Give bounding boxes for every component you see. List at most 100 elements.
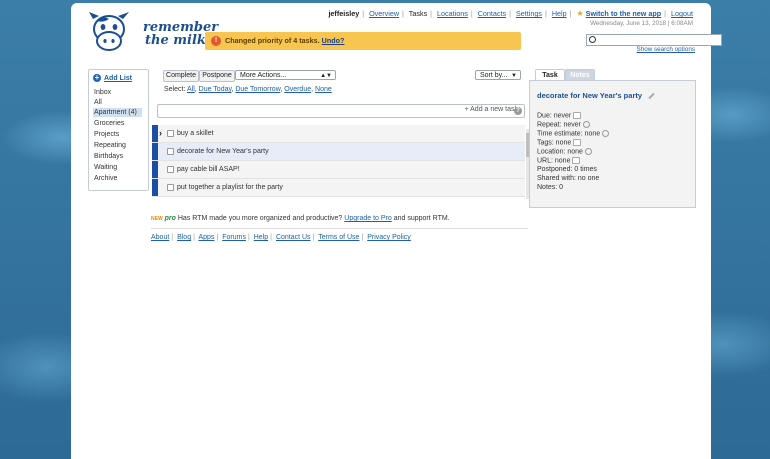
lists-sidebar: + Add List Inbox All Apartment (4) Grocer…	[88, 69, 149, 191]
nav-settings[interactable]: Settings	[516, 9, 542, 18]
logout-link[interactable]: Logout	[671, 9, 693, 18]
nav-tasks[interactable]: Tasks	[409, 9, 427, 18]
field-due-text: Due: never	[537, 112, 572, 120]
select-all-link[interactable]: All	[187, 86, 195, 93]
more-actions-value: More Actions...	[240, 72, 287, 79]
field-tags-text: Tags: none	[537, 139, 572, 147]
footer-help[interactable]: Help	[254, 234, 268, 241]
pro-promo: NEW pro Has RTM made you more organized …	[151, 215, 450, 222]
field-due[interactable]: Due: never	[537, 112, 582, 120]
task-detail-panel: decorate for New Year's party Due: never…	[529, 80, 696, 208]
footer-contact-us[interactable]: Contact Us	[276, 234, 311, 241]
select-due-today-link[interactable]: Due Today	[199, 86, 232, 93]
field-repeat[interactable]: Repeat: never	[537, 121, 590, 128]
plus-icon: +	[93, 73, 101, 82]
field-url[interactable]: URL: none	[537, 157, 581, 165]
nav-contacts[interactable]: Contacts	[478, 9, 506, 18]
field-postponed: Postponed: 0 times	[537, 166, 597, 173]
notification-message: Changed priority of 4 tasks.	[225, 36, 320, 45]
task-checkbox[interactable]	[167, 166, 174, 173]
field-tags[interactable]: Tags: none	[537, 139, 582, 147]
sidebar-item-waiting[interactable]: Waiting	[94, 163, 144, 172]
select-none-link[interactable]: None	[315, 86, 332, 93]
task-row[interactable]: › buy a skillet	[152, 125, 525, 143]
field-notes: Notes: 0	[537, 184, 564, 191]
switch-app-link[interactable]: Switch to the new app	[586, 9, 661, 18]
select-overdue-link[interactable]: Overdue	[284, 86, 311, 93]
nav-help[interactable]: Help	[552, 9, 567, 18]
search-input[interactable]	[586, 34, 722, 46]
add-task-input[interactable]: + Add a new task	[157, 104, 525, 118]
footer-links: About | Blog | Apps | Forums | Help | Contact…	[151, 234, 411, 241]
task-detail-name: decorate for New Year's party	[537, 91, 643, 100]
pro-badge: pro	[164, 215, 176, 222]
field-location[interactable]: Location: none	[537, 148, 592, 155]
select-arrow-icon: ▲▼	[320, 73, 332, 79]
priority-1-indicator	[152, 143, 158, 160]
alert-icon: !	[211, 36, 221, 46]
upgrade-to-pro-link[interactable]: Upgrade to Pro	[344, 215, 391, 222]
footer-apps[interactable]: Apps	[198, 234, 214, 241]
top-navigation: jeffeisley | Overview | Tasks | Locations | …	[328, 9, 693, 18]
more-actions-select[interactable]: More Actions... ▲▼	[235, 70, 336, 80]
sidebar-item-all[interactable]: All	[94, 98, 144, 107]
sidebar-item-apartment[interactable]: Apartment (4)	[93, 108, 142, 117]
footer-terms[interactable]: Terms of Use	[318, 234, 359, 241]
task-row[interactable]: decorate for New Year's party	[152, 143, 525, 161]
select-row: Select: All, Due Today, Due Tomorrow, Ov…	[164, 86, 332, 93]
add-task-label: + Add a new task	[464, 106, 518, 113]
add-list-button[interactable]: + Add List	[93, 74, 132, 82]
postpone-button[interactable]: Postpone	[199, 70, 235, 82]
priority-1-indicator	[152, 161, 158, 178]
new-badge: NEW	[151, 216, 163, 222]
show-search-options-link[interactable]: Show search options	[637, 46, 695, 53]
nav-overview[interactable]: Overview	[369, 9, 399, 18]
sidebar-item-repeating[interactable]: Repeating	[94, 141, 144, 150]
footer-blog[interactable]: Blog	[177, 234, 191, 241]
task-checkbox[interactable]	[167, 148, 174, 155]
link-icon	[572, 157, 581, 164]
complete-button[interactable]: Complete	[163, 70, 199, 82]
priority-1-indicator	[152, 125, 158, 142]
task-row[interactable]: put together a playlist for the party	[152, 179, 525, 197]
current-datetime: Wednesday, June 13, 2018 | 6:08AM	[590, 20, 693, 27]
field-url-text: URL: none	[537, 157, 571, 165]
calendar-icon	[573, 112, 582, 119]
task-name: put together a playlist for the party	[177, 184, 283, 191]
promo-text-after: and support RTM.	[393, 215, 450, 222]
pencil-icon[interactable]	[648, 92, 655, 100]
rtm-logo[interactable]: remember the milk	[87, 9, 218, 57]
footer-privacy[interactable]: Privacy Policy	[367, 234, 411, 241]
tag-icon	[573, 139, 582, 146]
undo-link[interactable]: Undo?	[322, 36, 345, 45]
task-row[interactable]: pay cable bill ASAP!	[152, 161, 525, 179]
chevron-right-icon: ›	[159, 128, 162, 138]
priority-1-indicator	[152, 179, 158, 196]
field-time-estimate-text: Time estimate: none	[537, 130, 601, 138]
notification-text: Changed priority of 4 tasks. Undo?	[225, 32, 344, 50]
sort-by-select[interactable]: Sort by... ▼	[475, 70, 521, 80]
task-name: decorate for New Year's party	[177, 148, 269, 155]
sidebar-item-groceries[interactable]: Groceries	[94, 119, 144, 128]
select-label: Select:	[164, 86, 186, 93]
task-name: pay cable bill ASAP!	[177, 166, 240, 173]
footer-about[interactable]: About	[151, 234, 169, 241]
nav-locations[interactable]: Locations	[437, 9, 468, 18]
sidebar-item-inbox[interactable]: Inbox	[94, 88, 144, 97]
task-checkbox[interactable]	[167, 130, 174, 137]
task-detail-title[interactable]: decorate for New Year's party	[537, 91, 655, 100]
task-checkbox[interactable]	[167, 184, 174, 191]
sidebar-item-birthdays[interactable]: Birthdays	[94, 152, 144, 161]
select-due-tomorrow-link[interactable]: Due Tomorrow	[235, 86, 280, 93]
sidebar-item-archive[interactable]: Archive	[94, 174, 144, 183]
promo-text: Has RTM made you more organized and prod…	[177, 215, 343, 222]
field-repeat-text: Repeat: never	[537, 121, 581, 129]
dropdown-arrow-icon: ▼	[511, 73, 517, 79]
sidebar-item-projects[interactable]: Projects	[94, 130, 144, 139]
help-icon[interactable]: ?	[514, 107, 522, 115]
repeat-icon	[582, 121, 590, 128]
field-time-estimate[interactable]: Time estimate: none	[537, 130, 610, 138]
username: jeffeisley	[328, 9, 360, 18]
star-icon: ★	[576, 9, 584, 18]
footer-forums[interactable]: Forums	[222, 234, 246, 241]
